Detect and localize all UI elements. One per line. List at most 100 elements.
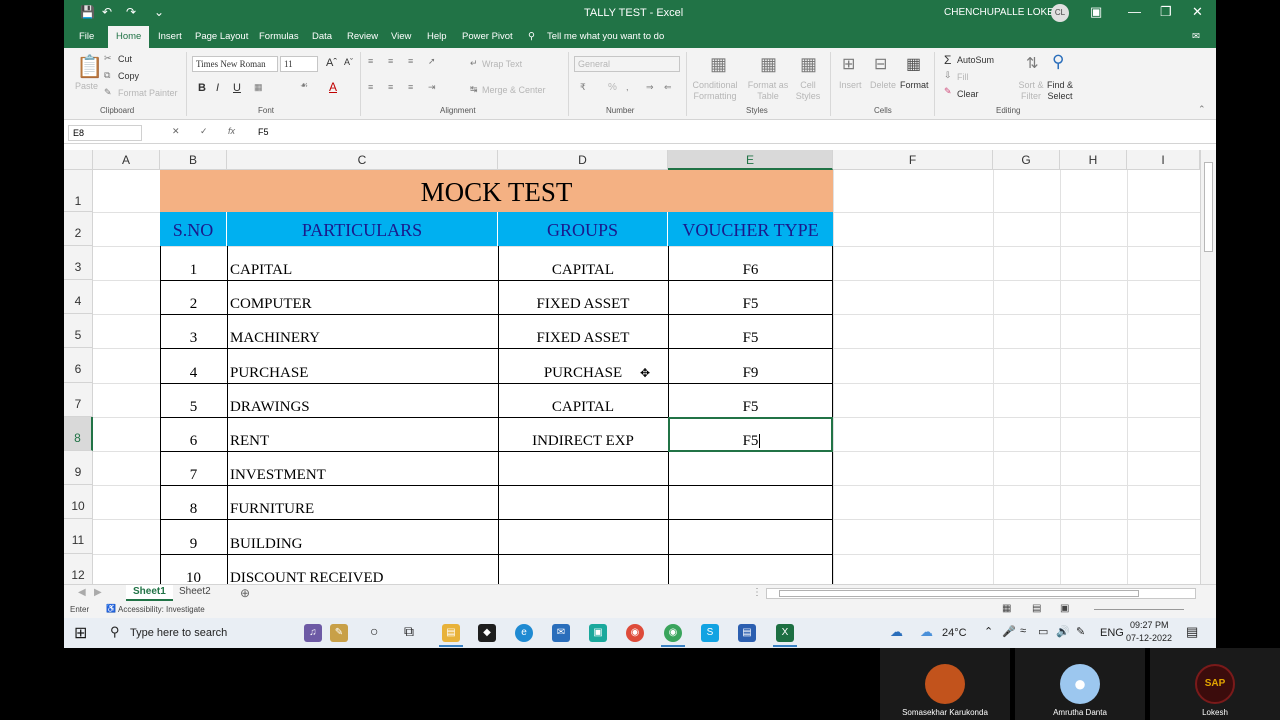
cell-group[interactable]: CAPITAL	[498, 399, 668, 416]
header-cell-voucher-type[interactable]: VOUCHER TYPE	[668, 212, 833, 246]
autosum-icon[interactable]: Σ	[944, 53, 951, 67]
copy-button[interactable]: Copy	[118, 71, 139, 81]
cell-sno[interactable]: 5	[160, 399, 227, 416]
align-middle-icon[interactable]: ≡	[388, 56, 393, 66]
restore-icon[interactable]: ❐	[1160, 4, 1172, 20]
cell-particulars[interactable]: PURCHASE	[230, 365, 308, 382]
align-center-icon[interactable]: ≡	[388, 82, 393, 92]
page-layout-view-icon[interactable]: ▤	[1032, 603, 1041, 614]
edge-icon[interactable]: e	[515, 624, 533, 642]
battery-icon[interactable]: ▭	[1038, 625, 1048, 638]
column-header-c[interactable]: C	[227, 150, 498, 170]
font-name-select[interactable]: Times New Roman	[192, 56, 278, 72]
undo-icon[interactable]: ↶	[102, 5, 112, 19]
row-header[interactable]: 11	[64, 519, 93, 554]
tab-formulas[interactable]: Formulas	[259, 31, 299, 42]
page-break-view-icon[interactable]: ▣	[1060, 603, 1069, 614]
cell-particulars[interactable]: DRAWINGS	[230, 399, 310, 416]
row-header[interactable]: 12	[64, 554, 93, 584]
decrease-decimal-icon[interactable]: ⇐	[664, 82, 672, 93]
new-sheet-icon[interactable]: ⊕	[240, 586, 250, 600]
insert-cells-button[interactable]: Insert	[839, 80, 862, 90]
font-grow-icon[interactable]: Aˆ	[326, 57, 337, 69]
close-icon[interactable]: ✕	[1192, 4, 1203, 20]
row-header[interactable]: 2	[64, 212, 93, 246]
minimize-icon[interactable]: —	[1128, 4, 1141, 19]
widget-icon[interactable]: ♫	[304, 624, 322, 642]
confirm-entry-icon[interactable]: ✓	[200, 126, 208, 137]
cell-particulars[interactable]: DISCOUNT RECEIVED	[230, 570, 383, 584]
horizontal-scroll-thumb[interactable]	[779, 590, 1139, 597]
cell-voucher[interactable]: F5	[668, 330, 833, 347]
autosum-button[interactable]: AutoSum	[957, 55, 994, 65]
fill-icon[interactable]: ⇩	[944, 70, 952, 81]
format-cells-icon[interactable]: ▦	[906, 54, 921, 74]
show-hidden-icons[interactable]: ⌃	[984, 625, 993, 638]
user-avatar[interactable]: CL	[1051, 4, 1069, 22]
cell-particulars[interactable]: CAPITAL	[230, 262, 292, 279]
file-explorer-icon[interactable]: ▤	[442, 624, 460, 642]
cell-particulars[interactable]: RENT	[230, 433, 269, 450]
participant-tile[interactable]: Somasekhar Karukonda	[880, 648, 1010, 720]
sheet-tab-sheet2[interactable]: Sheet2	[172, 585, 218, 601]
cell-particulars[interactable]: MACHINERY	[230, 330, 320, 347]
cell-sno[interactable]: 9	[160, 536, 227, 553]
notes-icon[interactable]: ✎	[330, 624, 348, 642]
cell-styles-button[interactable]: Cell Styles	[792, 80, 824, 102]
customize-toolbar-icon[interactable]: ⌄	[154, 5, 164, 19]
sheet-title-cell[interactable]: MOCK TEST	[160, 170, 833, 212]
participant-tile[interactable]: ● Amrutha Danta	[1015, 648, 1145, 720]
number-format-select[interactable]: General	[574, 56, 680, 72]
column-header-b[interactable]: B	[160, 150, 227, 170]
excel-icon[interactable]: X	[776, 624, 794, 642]
tab-home[interactable]: Home	[108, 26, 150, 48]
align-left-icon[interactable]: ≡	[368, 82, 373, 92]
cell-group[interactable]: FIXED ASSET	[498, 330, 668, 347]
cell-particulars[interactable]: BUILDING	[230, 536, 303, 553]
sort-filter-icon[interactable]: ⇅	[1026, 54, 1039, 72]
cell-sno[interactable]: 8	[160, 501, 227, 518]
save-icon[interactable]: 💾	[80, 5, 95, 19]
header-cell-sno[interactable]: S.NO	[160, 212, 227, 246]
wifi-icon[interactable]: ≈	[1020, 625, 1026, 637]
row-header[interactable]: 10	[64, 485, 93, 519]
insert-function-icon[interactable]: fx	[228, 126, 235, 136]
pen-icon[interactable]: ✎	[1076, 625, 1085, 638]
indent-icon[interactable]: ⇥	[428, 82, 436, 93]
insert-cells-icon[interactable]: ⊞	[842, 54, 855, 74]
cell-sno[interactable]: 3	[160, 330, 227, 347]
worksheet-grid[interactable]: A B C D E F G H I 1 2 3 4 5 6 7 8 9 10 1…	[64, 150, 1200, 584]
cell-particulars[interactable]: COMPUTER	[230, 296, 312, 313]
tab-page-layout[interactable]: Page Layout	[195, 31, 248, 42]
find-select-icon[interactable]: ⚲	[1052, 52, 1064, 72]
clock-time[interactable]: 09:27 PM	[1130, 620, 1169, 630]
font-shrink-icon[interactable]: Aˇ	[344, 57, 353, 67]
task-view-icon[interactable]: ⧉	[404, 623, 414, 640]
row-header[interactable]: 9	[64, 451, 93, 485]
bold-button[interactable]: B	[198, 82, 206, 94]
row-header[interactable]: 7	[64, 383, 93, 417]
row-header[interactable]: 1	[64, 170, 93, 212]
merge-center-icon[interactable]: ↹	[470, 84, 478, 95]
currency-icon[interactable]: ₹	[580, 82, 586, 93]
formula-input[interactable]: F5	[258, 127, 269, 137]
increase-decimal-icon[interactable]: ⇒	[646, 82, 654, 93]
cell-sno[interactable]: 7	[160, 467, 227, 484]
chrome-icon[interactable]: ◉	[626, 624, 644, 642]
font-color-icon[interactable]: A	[329, 80, 337, 94]
wrap-text-button[interactable]: Wrap Text	[482, 59, 522, 69]
column-header-i[interactable]: I	[1127, 150, 1200, 170]
format-as-table-button[interactable]: Format as Table	[746, 80, 790, 102]
cell-particulars[interactable]: FURNITURE	[230, 501, 314, 518]
scroll-tabs-right-icon[interactable]: ▶	[94, 587, 102, 598]
sheet-tab-sheet1[interactable]: Sheet1	[126, 585, 173, 601]
vertical-scroll-thumb[interactable]	[1204, 162, 1213, 252]
tab-review[interactable]: Review	[347, 31, 378, 42]
align-top-icon[interactable]: ≡	[368, 56, 373, 66]
cut-button[interactable]: Cut	[118, 54, 132, 64]
tab-data[interactable]: Data	[312, 31, 332, 42]
copy-icon[interactable]: ⧉	[104, 70, 110, 81]
tell-me-search[interactable]: Tell me what you want to do	[547, 31, 664, 42]
cell-styles-icon[interactable]: ▦	[800, 54, 817, 75]
skype-icon[interactable]: S	[701, 624, 719, 642]
